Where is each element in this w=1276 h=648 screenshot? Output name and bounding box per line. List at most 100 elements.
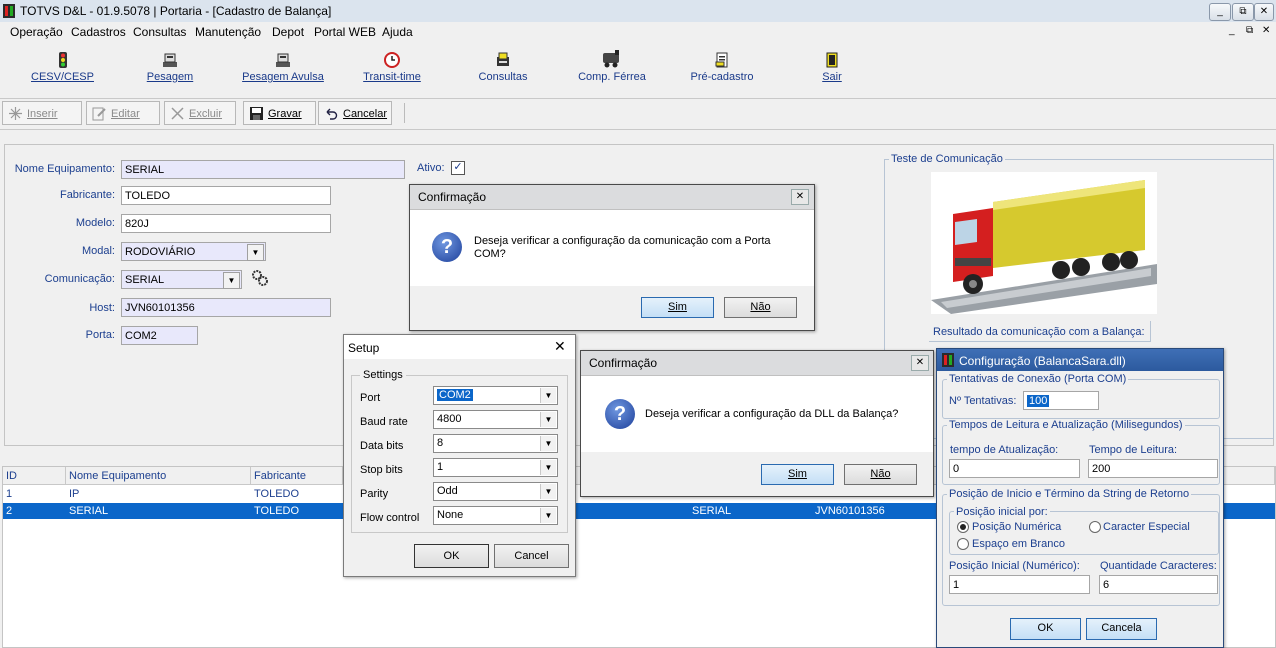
gears-icon[interactable] <box>251 269 269 287</box>
toolbar-divider <box>404 103 405 123</box>
pre-cadastro-button[interactable]: Pré-cadastro <box>684 48 760 94</box>
parity-select[interactable]: Odd ▼ <box>433 482 558 501</box>
grid-header-nome[interactable]: Nome Equipamento <box>66 467 251 485</box>
radio-posicao-numerica[interactable] <box>957 521 969 533</box>
close-button[interactable]: ✕ <box>1254 3 1274 21</box>
precadastro-icon <box>715 52 728 68</box>
setup-ok-button[interactable]: OK <box>414 544 489 568</box>
tentativas-group-title: Tentativas de Conexão (Porta COM) <box>947 373 1129 385</box>
chevron-down-icon[interactable]: ▼ <box>540 412 556 427</box>
chevron-down-icon[interactable]: ▼ <box>540 484 556 499</box>
editar-button[interactable]: Editar <box>86 101 160 125</box>
menu-consultas[interactable]: Consultas <box>133 25 186 39</box>
config-ok-button[interactable]: OK <box>1010 618 1081 640</box>
leitura-label: Tempo de Leitura: <box>1089 444 1178 456</box>
restore-button[interactable]: ⧉ <box>1232 3 1254 21</box>
stopbits-label: Stop bits <box>360 464 403 476</box>
grid-header-fabricante[interactable]: Fabricante <box>251 467 343 485</box>
modal-select[interactable]: RODOVIÁRIO ▼ <box>121 242 266 261</box>
gravar-button[interactable]: Gravar <box>243 101 316 125</box>
dialog-titlebar: Configuração (BalancaSara.dll) <box>937 349 1223 371</box>
sim-button[interactable]: Sim <box>641 297 714 318</box>
chevron-down-icon[interactable]: ▼ <box>540 388 556 403</box>
host-input[interactable]: JVN60101356 <box>121 298 331 317</box>
databits-select[interactable]: 8 ▼ <box>433 434 558 453</box>
main-toolbar: CESV/CESP Pesagem Pesagem Avulsa Transit… <box>0 42 1276 99</box>
chevron-down-icon[interactable]: ▼ <box>247 244 264 261</box>
cancelar-button[interactable]: Cancelar <box>318 101 392 125</box>
sim-button[interactable]: Sim <box>761 464 834 485</box>
radio-caracter-especial-label: Caracter Especial <box>1103 521 1190 533</box>
dialog-title: Configuração (BalancaSara.dll) <box>959 354 1126 368</box>
qtd-input[interactable]: 6 <box>1099 575 1218 594</box>
menu-manutencao[interactable]: Manutenção <box>195 25 261 39</box>
qtd-label: Quantidade Caracteres: <box>1100 560 1217 572</box>
menu-portal-web[interactable]: Portal WEB <box>314 25 376 39</box>
grid-header-id[interactable]: ID <box>3 467 66 485</box>
truck-scale-image <box>931 172 1157 314</box>
consult-icon <box>497 52 509 66</box>
nome-equipamento-input[interactable]: SERIAL <box>121 160 405 179</box>
clock-icon <box>384 52 400 68</box>
ativo-checkbox[interactable]: ✓ <box>451 161 465 175</box>
scale-icon <box>276 53 290 67</box>
nao-button[interactable]: Não <box>724 297 797 318</box>
port-select[interactable]: COM2 ▼ <box>433 386 558 405</box>
atualizacao-input[interactable]: 0 <box>949 459 1080 478</box>
confirm-porta-dialog: Confirmação ✕ ? Deseja verificar a confi… <box>409 184 815 331</box>
mdi-restore-button[interactable]: ⧉ <box>1246 25 1253 36</box>
porta-input[interactable]: COM2 <box>121 326 198 345</box>
sair-button[interactable]: Sair <box>812 48 852 94</box>
flow-label: Flow control <box>360 512 420 524</box>
insert-icon <box>9 107 22 120</box>
baud-select[interactable]: 4800 ▼ <box>433 410 558 429</box>
scale-icon <box>163 53 177 67</box>
mdi-close-button[interactable]: ✕ <box>1262 25 1270 36</box>
menu-cadastros[interactable]: Cadastros <box>71 25 126 39</box>
databits-label: Data bits <box>360 440 404 452</box>
chevron-down-icon[interactable]: ▼ <box>540 460 556 475</box>
radio-posicao-numerica-label: Posição Numérica <box>972 521 1062 533</box>
excluir-button[interactable]: Excluir <box>164 101 236 125</box>
cesv-cesp-button[interactable]: CESV/CESP <box>25 48 100 94</box>
menu-operacao[interactable]: Operação <box>10 25 63 39</box>
dialog-title: Setup <box>348 341 380 355</box>
transit-time-button[interactable]: Transit-time <box>357 48 427 94</box>
modelo-input[interactable]: 820J <box>121 214 331 233</box>
config-cancela-button[interactable]: Cancela <box>1086 618 1157 640</box>
stopbits-select[interactable]: 1 ▼ <box>433 458 558 477</box>
chevron-down-icon[interactable]: ▼ <box>223 272 240 289</box>
resultado-label: Resultado da comunicação com a Balança: <box>933 326 1145 338</box>
menu-depot[interactable]: Depot <box>272 25 304 39</box>
posicao-group-title: Posição de Inicio e Término da String de… <box>947 488 1192 500</box>
nao-button[interactable]: Não <box>844 464 917 485</box>
flow-select[interactable]: None ▼ <box>433 506 558 525</box>
menu-bar: Operação Cadastros Consultas Manutenção … <box>0 22 1276 42</box>
pos-inicial-input[interactable]: 1 <box>949 575 1090 594</box>
comunicacao-select[interactable]: SERIAL ▼ <box>121 270 242 289</box>
leitura-input[interactable]: 200 <box>1088 459 1218 478</box>
menu-ajuda[interactable]: Ajuda <box>382 25 413 39</box>
close-icon[interactable]: ✕ <box>911 355 929 371</box>
close-icon[interactable]: ✕ <box>554 338 566 355</box>
pesagem-avulsa-button[interactable]: Pesagem Avulsa <box>238 48 328 94</box>
mdi-minimize-button[interactable]: _ <box>1229 25 1235 36</box>
title-bar: TOTVS D&L - 01.9.5078 | Portaria - [Cada… <box>0 0 1276 23</box>
confirm-dll-dialog: Confirmação ✕ ? Deseja verificar a confi… <box>580 350 934 497</box>
minimize-button[interactable]: _ <box>1209 3 1231 21</box>
setup-cancel-button[interactable]: Cancel <box>494 544 569 568</box>
radio-caracter-especial[interactable] <box>1089 521 1101 533</box>
fabricante-input[interactable]: TOLEDO <box>121 186 331 205</box>
radio-espaco-branco[interactable] <box>957 538 969 550</box>
config-dll-dialog: Configuração (BalancaSara.dll) Tentativa… <box>936 348 1224 648</box>
close-icon[interactable]: ✕ <box>791 189 809 205</box>
chevron-down-icon[interactable]: ▼ <box>540 436 556 451</box>
inserir-button[interactable]: Inserir <box>2 101 82 125</box>
pesagem-button[interactable]: Pesagem <box>140 48 200 94</box>
chevron-down-icon[interactable]: ▼ <box>540 508 556 523</box>
comp-ferrea-button[interactable]: Comp. Férrea <box>574 48 650 94</box>
parity-label: Parity <box>360 488 389 500</box>
dialog-body: ? Deseja verificar a configuração da DLL… <box>581 376 933 452</box>
consultas-button[interactable]: Consultas <box>470 48 536 94</box>
n-tentativas-input[interactable]: 100 <box>1023 391 1099 410</box>
